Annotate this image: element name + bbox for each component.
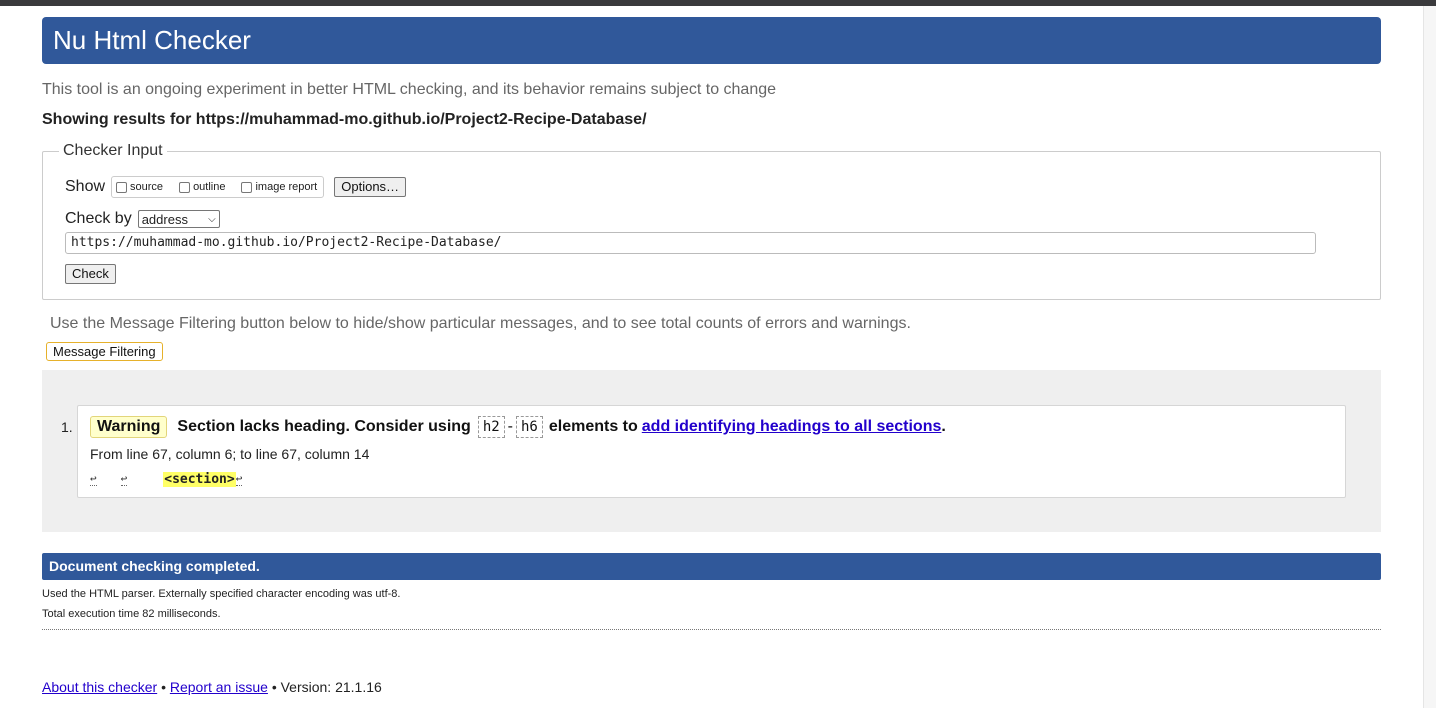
footer-divider [42, 629, 1381, 630]
check-by-row: Check by address ⌵ [65, 209, 220, 229]
checkbox-box[interactable] [116, 181, 128, 193]
checkbox-box[interactable] [241, 181, 253, 193]
message-text-mid: elements to [548, 418, 638, 435]
check-by-value: address [141, 211, 188, 227]
message-extract: ↩ ↩ <section> ↩ [90, 470, 243, 488]
show-options-group: source outline image report [111, 176, 325, 198]
check-button[interactable]: Check [65, 264, 116, 284]
show-image-report-checkbox[interactable]: image report [241, 181, 317, 193]
results-for-heading: Showing results for https://muhammad-mo.… [42, 111, 647, 128]
message-item: Warning Section lacks heading. Consider … [77, 405, 1346, 498]
message-heading: Warning Section lacks heading. Consider … [90, 415, 946, 439]
checker-input-legend: Checker Input [59, 142, 167, 160]
message-text-end: . [941, 418, 946, 435]
checkbox-label: image report [255, 181, 318, 193]
about-checker-link[interactable]: About this checker [42, 679, 157, 695]
filter-note: Use the Message Filtering button below t… [50, 315, 911, 332]
message-filtering-button[interactable]: Message Filtering [46, 342, 163, 361]
check-by-select[interactable]: address ⌵ [137, 210, 220, 228]
highlighted-section-tag: <section> [163, 471, 236, 487]
checkbox-label: outline [193, 181, 226, 193]
execution-time: Total execution time 82 milliseconds. [42, 608, 221, 620]
checkbox-box[interactable] [179, 181, 191, 193]
show-label: Show [65, 178, 106, 195]
checkbox-label: source [130, 181, 164, 193]
page-title: Nu Html Checker [42, 17, 1381, 64]
code-h2: h2 [477, 416, 505, 438]
show-row: Show source outline image report Options… [65, 176, 407, 198]
check-by-label: Check by [65, 210, 132, 227]
footer: About this checker • Report an issue • V… [42, 679, 382, 695]
message-number: 1. [61, 419, 73, 435]
code-range-dash: - [507, 418, 513, 435]
message-location: From line 67, column 6; to line 67, colu… [90, 446, 370, 462]
vertical-scrollbar[interactable] [1423, 6, 1436, 708]
message-text-start: Section lacks heading. Consider using [177, 418, 471, 435]
line-feed-icon: ↩ [90, 471, 97, 486]
line-feed-icon: ↩ [120, 471, 128, 486]
headings-help-link[interactable]: add identifying headings to all sections [642, 418, 942, 436]
warning-badge: Warning [90, 416, 168, 438]
chevron-down-icon: ⌵ [208, 213, 216, 225]
browser-top-edge [0, 0, 1436, 6]
report-issue-link[interactable]: Report an issue [170, 679, 268, 695]
completion-banner: Document checking completed. [42, 553, 1381, 580]
code-h6: h6 [516, 416, 543, 438]
checker-input-fieldset: Checker Input Show source outline image … [42, 142, 1381, 300]
footer-separator: • [161, 679, 166, 695]
parser-note: Used the HTML parser. Externally specifi… [42, 588, 401, 600]
line-feed-icon: ↩ [235, 471, 243, 486]
show-outline-checkbox[interactable]: outline [179, 181, 225, 193]
options-button[interactable]: Options… [334, 177, 407, 197]
url-input[interactable]: https://muhammad-mo.github.io/Project2-R… [65, 232, 1316, 254]
intro-text: This tool is an ongoing experiment in be… [42, 81, 777, 98]
version-text: • Version: 21.1.16 [271, 679, 382, 695]
show-source-checkbox[interactable]: source [116, 181, 163, 193]
